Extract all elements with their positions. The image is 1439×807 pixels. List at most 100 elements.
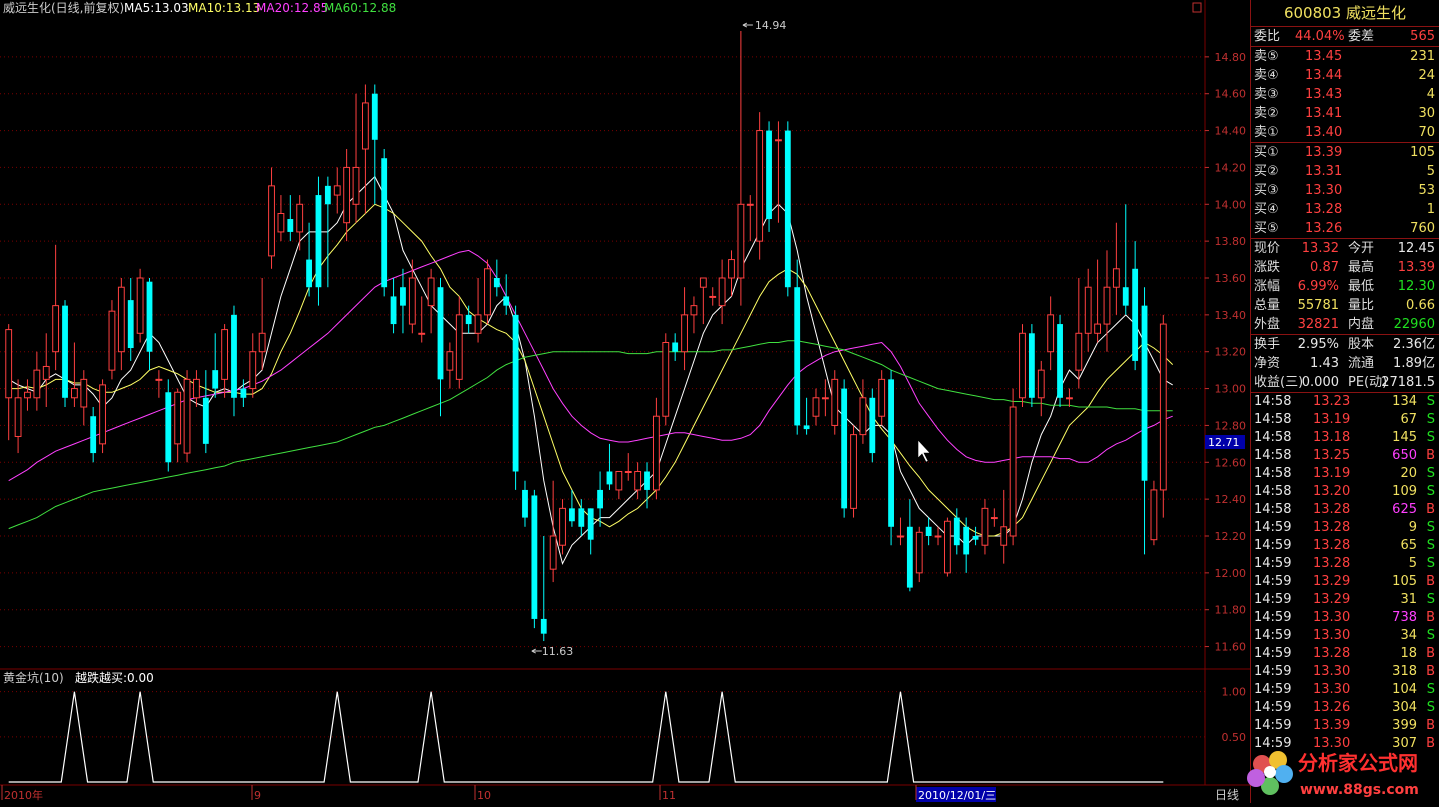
tick-price: 13.25 — [1313, 448, 1351, 463]
stat-value: 12.30 — [1397, 279, 1435, 294]
candle — [249, 333, 257, 398]
stat-row: 外盘 32821 内盘 22960 — [1251, 315, 1439, 334]
ma5-label: MA5:13.03 — [124, 1, 189, 15]
stat-label: 内盘 — [1348, 317, 1375, 332]
stat-label: 收益(三) — [1254, 375, 1304, 390]
buy-order-row: 买③ 13.30 53 — [1251, 181, 1439, 200]
tick-price: 13.28 — [1313, 502, 1351, 517]
candle-body — [212, 370, 219, 389]
candle — [1057, 314, 1063, 407]
stat-row: 涨跌 0.87 最高 13.39 — [1251, 258, 1439, 277]
candle — [652, 397, 660, 500]
candle-body — [90, 416, 97, 454]
candle-body — [1094, 323, 1102, 334]
candle-body — [446, 351, 454, 371]
tick-row: 14:59 13.30 318 B — [1251, 663, 1439, 681]
tick-price: 13.19 — [1313, 466, 1351, 481]
stat-label: 最低 — [1348, 279, 1375, 294]
tick-price: 13.23 — [1313, 394, 1351, 409]
candle-body — [249, 351, 257, 390]
candle-body — [455, 314, 463, 380]
candle-body — [136, 277, 144, 334]
candle — [484, 259, 491, 325]
candle-body — [1122, 287, 1129, 306]
candle — [108, 300, 116, 380]
candle — [634, 462, 642, 500]
order-volume: 760 — [1410, 221, 1435, 236]
candle-body — [512, 314, 519, 472]
tick-volume: 65 — [1400, 538, 1417, 553]
candle-body — [418, 332, 426, 335]
watermark-logo: 分析家公式网 www.88gs.com — [1240, 742, 1439, 803]
candle-body — [1009, 406, 1017, 537]
tick-time: 14:59 — [1254, 520, 1292, 535]
candle-body — [42, 365, 50, 380]
candle-body — [352, 166, 360, 205]
order-volume: 53 — [1418, 183, 1435, 198]
candle-body — [62, 305, 68, 398]
candle — [662, 333, 670, 426]
candle-body — [756, 130, 764, 242]
candle-body — [183, 378, 191, 454]
order-level-label: 卖③ — [1254, 87, 1279, 102]
order-level-label: 卖⑤ — [1254, 49, 1279, 64]
candle-body — [258, 332, 266, 353]
indicator-value-label: 越跌越买:0.00 — [75, 670, 154, 685]
tick-row: 14:58 13.18 145 S — [1251, 429, 1439, 447]
order-price: 13.45 — [1305, 49, 1343, 64]
stat-value: 27181.5 — [1381, 375, 1435, 390]
tick-time: 14:58 — [1254, 502, 1292, 517]
candle-body — [24, 391, 31, 399]
candle-body — [652, 415, 660, 491]
candle — [540, 536, 547, 642]
kline-chart-area[interactable]: 14.94 11.63 14.80 14.60 14.40 14.20 14.00 13.8… — [0, 0, 1250, 803]
candle-body — [1132, 268, 1139, 361]
candle-body — [127, 300, 134, 349]
candle — [24, 379, 31, 411]
tick-row: 14:58 13.25 650 B — [1251, 447, 1439, 465]
candle — [474, 278, 482, 343]
candle-body — [794, 287, 801, 426]
tick-row: 14:58 13.19 20 S — [1251, 465, 1439, 483]
candle-body — [737, 203, 745, 279]
buy-orders: 买① 13.39 105 买② 13.31 5 买③ 13.30 53 买④ 13.28 1 买⑤ 13.… — [1251, 143, 1439, 239]
candle — [221, 324, 229, 398]
candle — [503, 274, 510, 315]
candle — [746, 195, 754, 242]
tick-row: 14:59 13.30 738 B — [1251, 609, 1439, 627]
tick-row: 14:59 13.30 104 S — [1251, 681, 1439, 699]
y-tick-label: 14.80 — [1215, 51, 1247, 64]
stat-row: 总量 55781 量比 0.66 — [1251, 296, 1439, 315]
candle — [972, 526, 979, 546]
candle — [183, 370, 191, 463]
candle — [42, 333, 50, 407]
order-level-label: 买⑤ — [1254, 221, 1279, 236]
maximize-icon[interactable] — [1192, 2, 1202, 13]
tick-side: B — [1426, 664, 1435, 679]
candle-body — [52, 305, 60, 353]
tick-volume: 31 — [1400, 592, 1417, 607]
stat-value: 0.87 — [1310, 260, 1339, 275]
candle — [784, 121, 791, 297]
tick-price: 13.29 — [1313, 592, 1351, 607]
stat-value: 32821 — [1297, 317, 1339, 332]
candle — [174, 388, 182, 463]
candle — [549, 480, 557, 583]
stock-code-title: 600803 威远生化 — [1251, 0, 1439, 27]
candle — [437, 278, 444, 417]
stat-row: 收益(三) 0.000 PE(动) 27181.5 — [1251, 373, 1439, 392]
tick-time: 14:58 — [1254, 484, 1292, 499]
candle-body — [972, 536, 979, 540]
price-axis: 14.80 14.60 14.40 14.20 14.00 13.80 13.60 13.40… — [1205, 51, 1246, 654]
tick-volume: 9 — [1408, 520, 1417, 535]
y-tick-label: 12.60 — [1215, 456, 1247, 469]
candle-body — [493, 278, 500, 288]
candle — [803, 397, 810, 435]
ma-line-ma60 — [8, 340, 1173, 530]
candle-body — [1000, 526, 1008, 546]
order-price: 13.26 — [1305, 221, 1343, 236]
tick-side: S — [1426, 430, 1435, 445]
y-tick-label: 13.20 — [1215, 346, 1247, 359]
tick-time: 14:59 — [1254, 682, 1292, 697]
flower-logo-icon — [1247, 751, 1293, 795]
